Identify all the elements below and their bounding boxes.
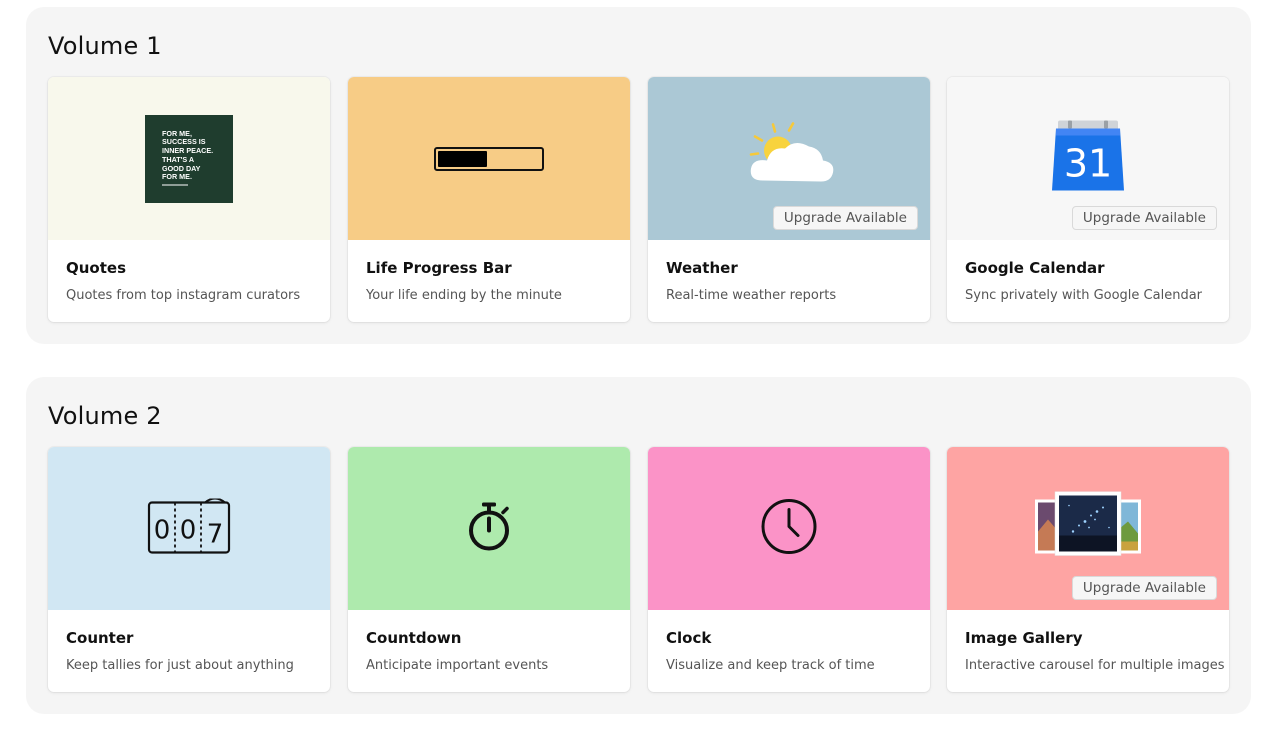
widget-card-life-progress-bar[interactable]: Life Progress Bar Your life ending by th… (348, 77, 630, 322)
card-thumbnail (348, 77, 630, 240)
card-title: Image Gallery (965, 629, 1083, 647)
svg-text:31: 31 (1064, 141, 1112, 185)
card-description: Real-time weather reports (666, 288, 837, 303)
svg-text:0: 0 (180, 515, 197, 545)
widget-card-countdown[interactable]: Countdown Anticipate important events (348, 447, 630, 692)
volume-title: Volume 1 (48, 32, 162, 60)
card-description: Keep tallies for just about anything (66, 658, 294, 673)
card-title: Google Calendar (965, 259, 1105, 277)
upgrade-available-badge[interactable]: Upgrade Available (772, 206, 918, 230)
card-description: Your life ending by the minute (366, 288, 562, 303)
widget-card-quotes[interactable]: FOR ME, SUCCESS IS INNER PEACE. THAT'S A… (48, 77, 330, 322)
card-description: Sync privately with Google Calendar (965, 288, 1203, 303)
volume-2-section: Volume 2 0 0 7 Counter Keep tallies for … (26, 377, 1251, 714)
card-title: Clock (666, 629, 712, 647)
card-title: Weather (666, 259, 738, 277)
card-title: Countdown (366, 629, 462, 647)
sun-cloud-icon (743, 120, 835, 193)
card-thumbnail: FOR ME, SUCCESS IS INNER PEACE. THAT'S A… (48, 77, 330, 240)
widget-card-weather[interactable]: Upgrade Available Weather Real-time weat… (648, 77, 930, 322)
quote-image: FOR ME, SUCCESS IS INNER PEACE. THAT'S A… (145, 114, 233, 203)
widget-card-clock[interactable]: Clock Visualize and keep track of time (648, 447, 930, 692)
calendar-icon: 31 (1050, 120, 1126, 197)
volume-1-section: Volume 1 FOR ME, SUCCESS IS INNER PEACE.… (26, 7, 1251, 344)
volume-title: Volume 2 (48, 402, 162, 430)
upgrade-available-badge[interactable]: Upgrade Available (1071, 576, 1217, 600)
card-title: Life Progress Bar (366, 259, 512, 277)
counter-icon: 0 0 7 (147, 497, 231, 559)
upgrade-available-badge[interactable]: Upgrade Available (1071, 206, 1217, 230)
card-thumbnail (648, 447, 930, 610)
stopwatch-icon (465, 500, 513, 557)
widget-card-image-gallery[interactable]: Upgrade Available Image Gallery Interact… (947, 447, 1229, 692)
progress-bar-fill (438, 150, 487, 167)
card-thumbnail: 31 Upgrade Available (947, 77, 1229, 240)
card-thumbnail: 0 0 7 (48, 447, 330, 610)
card-thumbnail: Upgrade Available (947, 447, 1229, 610)
clock-icon (760, 497, 818, 560)
card-title: Quotes (66, 259, 127, 277)
card-description: Visualize and keep track of time (666, 658, 875, 673)
svg-text:7: 7 (207, 519, 224, 549)
widget-card-counter[interactable]: 0 0 7 Counter Keep tallies for just abou… (48, 447, 330, 692)
card-thumbnail (348, 447, 630, 610)
card-description: Anticipate important events (366, 658, 549, 673)
svg-text:0: 0 (154, 515, 171, 545)
card-description: Interactive carousel for multiple images (965, 658, 1225, 673)
card-description: Quotes from top instagram curators (66, 288, 301, 303)
card-thumbnail: Upgrade Available (648, 77, 930, 240)
image-gallery-icon (1033, 490, 1143, 562)
progress-bar-icon (434, 146, 544, 171)
widget-card-google-calendar[interactable]: 31 Upgrade Available Google Calendar Syn… (947, 77, 1229, 322)
card-title: Counter (66, 629, 134, 647)
